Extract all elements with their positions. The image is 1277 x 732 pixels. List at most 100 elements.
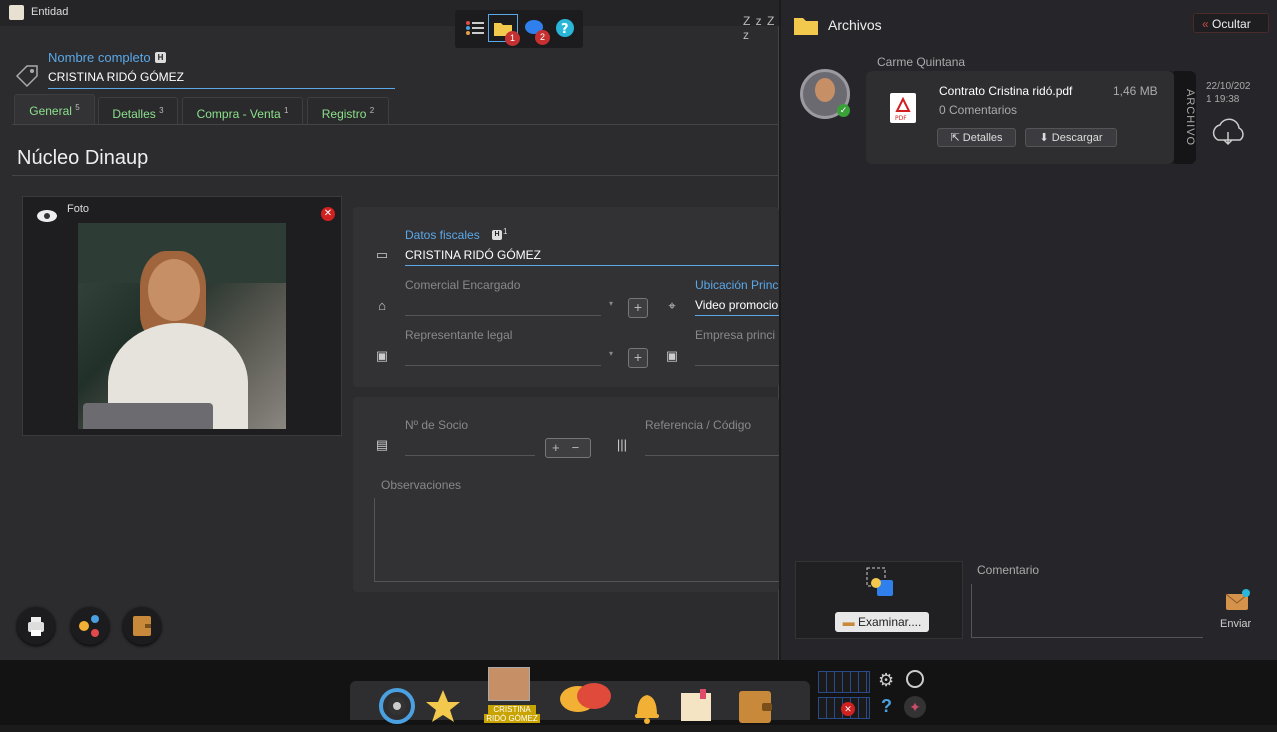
list-icon[interactable] — [459, 14, 489, 42]
representante-label: Representante legal — [405, 328, 513, 342]
chevron-down-icon[interactable]: ▾ — [609, 299, 613, 308]
double-chevron-left-icon: « — [1202, 17, 1209, 31]
socio-input[interactable] — [405, 455, 535, 456]
entity-window: Entidad 1 2 ? Z z Z z Nombre completo H … — [0, 0, 779, 660]
wallet-icon[interactable] — [736, 687, 776, 732]
name-underline — [48, 88, 395, 89]
person-badge-icon: ⌂ — [378, 298, 386, 313]
print-button[interactable] — [17, 607, 55, 645]
details-button[interactable]: ⇱ Detalles — [937, 128, 1016, 147]
user-thumbnail[interactable] — [488, 667, 530, 701]
window-title: Entidad — [31, 6, 69, 18]
clock-icon[interactable] — [906, 670, 924, 688]
cloud-download-icon[interactable] — [1209, 116, 1249, 155]
pin-icon[interactable]: ✦ — [904, 696, 926, 718]
file-card: PDF Contrato Cristina ridó.pdf 1,46 MB 0… — [866, 71, 1176, 164]
profile-photo[interactable] — [78, 223, 286, 429]
member-card-icon: ▤ — [375, 437, 389, 452]
location-person-icon: ⌖ — [668, 298, 676, 313]
tab-detalles[interactable]: Detalles 3 — [98, 97, 178, 124]
error-x-icon: ✕ — [841, 702, 855, 716]
gear-icon[interactable]: ⚙ — [878, 670, 894, 691]
tab-compra-venta[interactable]: Compra - Venta 1 — [182, 97, 303, 124]
chat-bubbles-icon[interactable] — [558, 679, 614, 724]
drop-area[interactable]: ▬ Examinar.... — [795, 561, 963, 639]
socio-card: ▤ Nº de Socio + − ||| Referencia / Código… — [353, 397, 779, 592]
referencia-input[interactable] — [645, 455, 779, 456]
file-name[interactable]: Contrato Cristina ridó.pdf — [939, 84, 1072, 98]
send-label[interactable]: Enviar — [1220, 618, 1251, 630]
empresa-label: Empresa princi — [695, 328, 776, 342]
section-divider — [12, 175, 779, 176]
person-card-icon: ▣ — [665, 348, 679, 363]
fiscal-value[interactable]: CRISTINA RIDÓ GÓMEZ — [405, 248, 541, 262]
sleep-icon[interactable]: Z z Z z — [743, 14, 778, 42]
notes-icon[interactable] — [678, 687, 716, 730]
wallet-button[interactable] — [123, 607, 161, 645]
tab-general[interactable]: General 5 — [14, 94, 95, 125]
tasks-grid-icon[interactable] — [818, 671, 870, 693]
socio-stepper[interactable]: + − — [545, 438, 591, 458]
tab-registro[interactable]: Registro 2 — [307, 97, 389, 124]
bell-icon[interactable] — [628, 687, 666, 730]
folder-icon — [792, 13, 820, 42]
fiscal-sup: 1 — [503, 227, 508, 236]
help-mini-icon[interactable]: H — [155, 52, 166, 63]
laptop — [83, 403, 213, 429]
avatar[interactable]: ✓ — [800, 69, 850, 119]
send-mail-icon[interactable] — [1224, 588, 1252, 617]
file-card-body[interactable]: PDF Contrato Cristina ridó.pdf 1,46 MB 0… — [866, 71, 1174, 164]
person-head — [148, 259, 200, 321]
remove-photo-icon[interactable]: ✕ — [321, 207, 335, 221]
ubicacion-value[interactable]: Video promocio — [695, 298, 778, 312]
add-representante-button[interactable]: + — [628, 348, 648, 368]
online-check-icon: ✓ — [837, 104, 850, 117]
folder-open-icon: ▬ — [842, 615, 855, 629]
help-icon[interactable]: ? — [551, 14, 581, 42]
socio-label: Nº de Socio — [405, 418, 469, 432]
cloud-sync-icon[interactable] — [35, 205, 59, 228]
browse-button[interactable]: ▬ Examinar.... — [835, 612, 929, 632]
svg-text:PDF: PDF — [895, 115, 907, 122]
user-name-line2: RIDÓ GÓMEZ — [484, 714, 540, 723]
empresa-select[interactable] — [695, 365, 779, 366]
question-icon[interactable]: ? — [881, 696, 892, 717]
observaciones-textarea[interactable] — [374, 498, 779, 582]
id-card-icon: ▭ — [375, 247, 389, 262]
add-comercial-button[interactable]: + — [628, 298, 648, 318]
title-bar: Entidad — [0, 0, 779, 26]
comment-input[interactable] — [971, 584, 1203, 638]
sync-grid-icon[interactable]: ✕ — [818, 697, 870, 719]
person-card-icon: ▣ — [375, 348, 389, 363]
observaciones-label: Observaciones — [381, 478, 462, 492]
archivo-strip: ARCHIVO — [1174, 71, 1196, 164]
help-mini-icon[interactable]: H — [492, 230, 502, 240]
chat-icon[interactable]: 2 — [521, 14, 551, 45]
photo-panel: Foto ✕ — [22, 196, 342, 436]
name-value[interactable]: CRISTINA RIDÓ GÓMEZ — [48, 70, 184, 84]
favorites-star-icon[interactable] — [424, 687, 462, 730]
tabs-divider — [12, 124, 779, 125]
file-comments[interactable]: 0 Comentarios — [939, 103, 1017, 117]
fiscal-underline — [405, 265, 779, 266]
ubicacion-label: Ubicación Princ — [695, 278, 779, 292]
settings-ring-icon[interactable] — [378, 687, 416, 730]
uploader-name: Carme Quintana — [877, 55, 966, 69]
svg-text:?: ? — [561, 22, 569, 37]
download-button[interactable]: ⬇ Descargar — [1025, 128, 1117, 147]
entity-icon — [9, 5, 24, 20]
representante-select[interactable] — [405, 365, 601, 366]
archivos-title: Archivos — [828, 17, 882, 33]
comercial-select[interactable] — [405, 315, 601, 316]
barcode-icon: ||| — [616, 437, 628, 452]
hide-button[interactable]: « Ocultar — [1193, 13, 1269, 33]
share-button[interactable] — [71, 607, 109, 645]
fiscal-card: ▭ Datos fiscales H 1 CRISTINA RIDÓ GÓMEZ… — [353, 207, 779, 387]
file-time: 1 19:38 — [1206, 94, 1240, 105]
chevron-down-icon[interactable]: ▾ — [609, 349, 613, 358]
top-toolbar: 1 2 ? — [455, 10, 583, 48]
drag-drop-icon — [865, 566, 899, 605]
taskbar: CRISTINA RIDÓ GÓMEZ ✕ ⚙ ? ✦ — [0, 660, 1277, 725]
folder-icon[interactable]: 1 — [488, 14, 520, 46]
section-title: Núcleo Dinaup — [17, 147, 149, 169]
